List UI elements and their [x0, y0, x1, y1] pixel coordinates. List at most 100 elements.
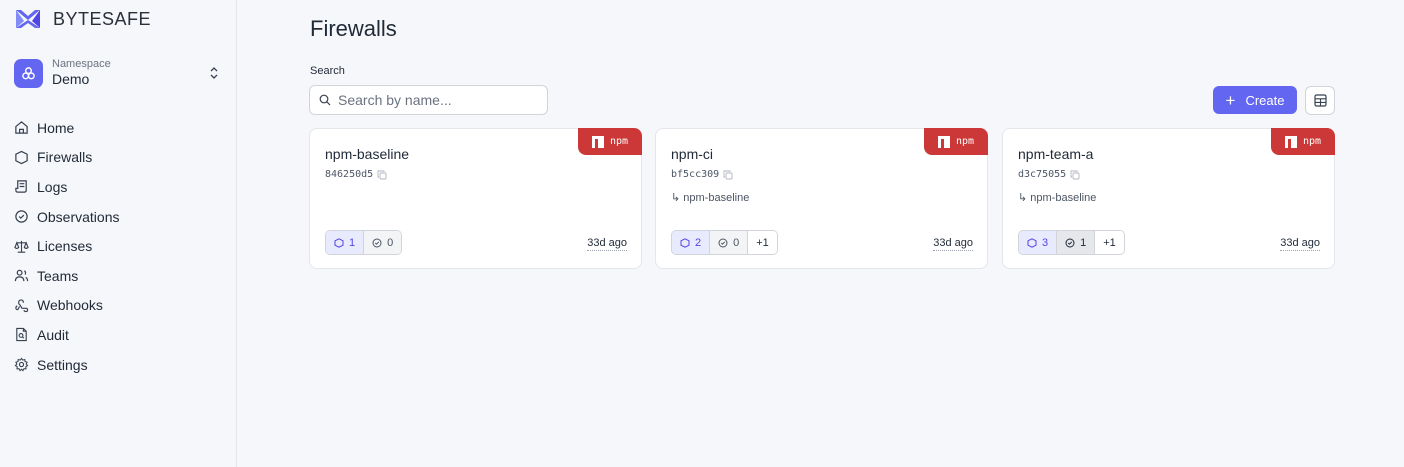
table-grid-icon — [1313, 94, 1327, 107]
firewall-card[interactable]: npm npm-ci bf5cc309 ↳ npm-baseline 2 0 +… — [655, 128, 988, 269]
page-title: Firewalls — [310, 16, 397, 41]
updated-time: 33d ago — [587, 237, 627, 251]
firewall-id: d3c75055 — [1018, 169, 1080, 180]
namespace-caption: Namespace — [52, 58, 111, 70]
blocked-count-value: 2 — [695, 236, 702, 249]
search-icon — [319, 94, 331, 106]
search-input[interactable] — [338, 92, 528, 108]
approved-count: 1 — [1056, 231, 1095, 254]
sidebar-item-label: Webhooks — [37, 297, 103, 314]
sidebar-item-label: Teams — [37, 267, 79, 284]
firewall-id-value: bf5cc309 — [671, 169, 720, 180]
npm-logo-icon — [937, 135, 950, 148]
approved-count: 0 — [709, 231, 748, 254]
home-icon — [15, 121, 28, 135]
shield-icon — [334, 237, 344, 248]
sidebar-item-logs[interactable]: Logs — [14, 172, 224, 202]
firewall-id: 846250d5 — [325, 169, 387, 180]
npm-badge-label: npm — [609, 136, 629, 147]
sidebar-item-label: Logs — [37, 178, 68, 195]
sidebar-nav: Home Firewalls Logs Observations License… — [14, 113, 224, 379]
sidebar-item-label: Observations — [37, 208, 120, 225]
parent-firewall: ↳ npm-baseline — [1018, 192, 1097, 204]
check-circle-icon — [1065, 238, 1075, 247]
sidebar-item-home[interactable]: Home — [14, 113, 224, 143]
npm-badge-label: npm — [1302, 136, 1322, 147]
namespace-icon — [22, 66, 35, 79]
search-box[interactable] — [309, 85, 548, 115]
approved-count: 0 — [363, 231, 402, 254]
rule-stats: 3 1 +1 — [1018, 230, 1125, 255]
sidebar-item-label: Firewalls — [37, 149, 93, 166]
namespace-value: Demo — [52, 71, 90, 87]
copy-icon[interactable] — [723, 170, 733, 180]
sidebar-item-observations[interactable]: Observations — [14, 202, 224, 232]
check-circle-icon — [372, 238, 382, 247]
firewall-card[interactable]: npm npm-baseline 846250d5 1 0 33d ago — [309, 128, 642, 269]
namespace-avatar — [14, 58, 43, 88]
shield-icon — [15, 150, 28, 165]
bytesafe-logo-icon — [16, 10, 40, 28]
sidebar-item-teams[interactable]: Teams — [14, 261, 224, 291]
firewall-id: bf5cc309 — [671, 169, 733, 180]
users-icon — [14, 270, 29, 282]
blocked-count-value: 1 — [349, 236, 356, 249]
create-button-label: Create — [1245, 92, 1285, 108]
sidebar-item-licenses[interactable]: Licenses — [14, 231, 224, 261]
extra-count: +1 — [1094, 231, 1124, 254]
firewall-card[interactable]: npm npm-team-a d3c75055 ↳ npm-baseline 3… — [1002, 128, 1335, 269]
npm-logo-icon — [591, 135, 604, 148]
sidebar-item-label: Home — [37, 119, 75, 136]
npm-logo-icon — [1284, 135, 1297, 148]
create-button[interactable]: + Create — [1213, 86, 1297, 114]
sidebar-item-firewalls[interactable]: Firewalls — [14, 143, 224, 173]
sidebar-item-label: Settings — [37, 356, 88, 373]
updated-time: 33d ago — [933, 237, 973, 251]
extra-count: +1 — [747, 231, 777, 254]
approved-count-value: 0 — [387, 236, 394, 249]
extra-count-value: +1 — [1103, 236, 1116, 249]
sidebar: BYTESAFE Namespace Demo Home Firewalls L… — [0, 0, 237, 467]
webhook-icon — [15, 299, 29, 313]
sidebar-item-label: Licenses — [37, 238, 93, 255]
rule-stats: 1 0 — [325, 230, 403, 255]
search-label: Search — [310, 65, 345, 77]
parent-firewall: ↳ npm-baseline — [671, 192, 750, 204]
rule-stats: 2 0 +1 — [671, 230, 778, 255]
copy-icon[interactable] — [1070, 170, 1080, 180]
sidebar-item-label: Audit — [37, 326, 69, 343]
npm-badge: npm — [578, 128, 642, 155]
sidebar-item-webhooks[interactable]: Webhooks — [14, 291, 224, 321]
namespace-selector[interactable]: Namespace Demo — [14, 55, 222, 91]
updated-time: 33d ago — [1280, 237, 1320, 251]
main-content: Firewalls Search + Create npm npm-baseli… — [237, 0, 1404, 467]
approved-count-value: 0 — [733, 236, 740, 249]
brand[interactable]: BYTESAFE — [15, 6, 151, 32]
shield-icon — [1027, 237, 1037, 248]
firewall-id-value: 846250d5 — [325, 169, 374, 180]
shield-check-icon — [15, 210, 28, 223]
table-view-toggle[interactable] — [1305, 86, 1335, 115]
brand-name: BYTESAFE — [53, 8, 152, 29]
scale-icon — [14, 240, 29, 253]
firewall-name: npm-baseline — [325, 146, 410, 162]
extra-count-value: +1 — [756, 236, 769, 249]
scroll-icon — [15, 180, 27, 194]
npm-badge: npm — [924, 128, 988, 155]
approved-count-value: 1 — [1080, 236, 1087, 249]
sidebar-item-settings[interactable]: Settings — [14, 350, 224, 380]
copy-icon[interactable] — [377, 170, 387, 180]
blocked-count: 1 — [326, 231, 364, 254]
blocked-count-value: 3 — [1042, 236, 1049, 249]
gear-icon — [14, 357, 29, 372]
sidebar-item-audit[interactable]: Audit — [14, 320, 224, 350]
check-circle-icon — [718, 238, 728, 247]
blocked-count: 3 — [1019, 231, 1057, 254]
file-search-icon — [16, 328, 27, 342]
plus-icon: + — [1225, 90, 1236, 110]
firewall-name: npm-team-a — [1018, 146, 1094, 162]
firewall-name: npm-ci — [671, 146, 714, 162]
shield-icon — [680, 237, 690, 248]
npm-badge-label: npm — [955, 136, 975, 147]
firewall-id-value: d3c75055 — [1018, 169, 1067, 180]
